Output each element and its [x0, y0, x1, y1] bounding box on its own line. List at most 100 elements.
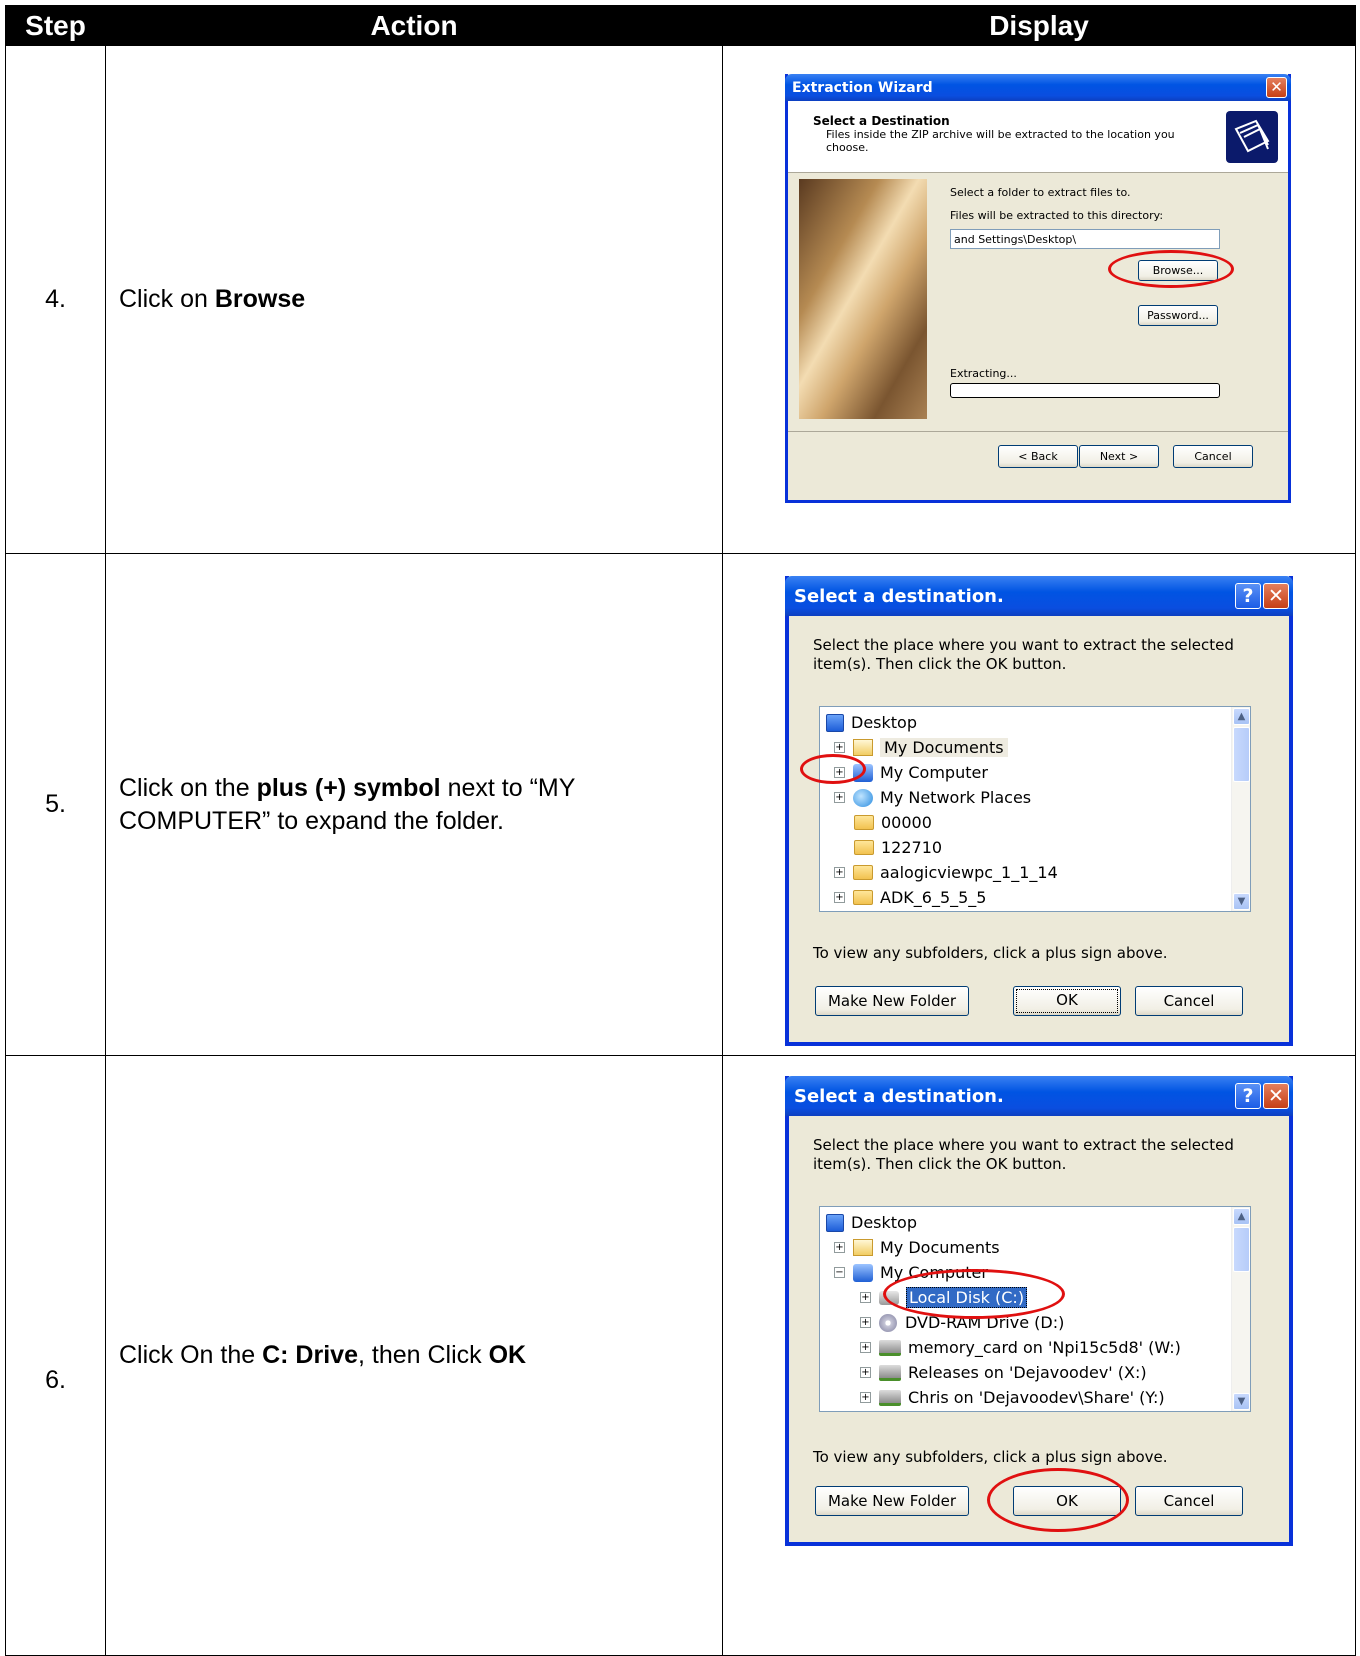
next-button[interactable]: Next > [1079, 445, 1159, 468]
display-cell: Select a destination. ? ✕ Select the pla… [722, 1055, 1356, 1656]
help-icon[interactable]: ? [1235, 583, 1261, 609]
desktop-icon [826, 1213, 844, 1232]
tree-item-network-drive[interactable]: + Releases on 'Dejavoodev' (X:) [860, 1360, 1147, 1385]
tree-label: My Documents [880, 738, 1008, 757]
cancel-button[interactable]: Cancel [1173, 445, 1253, 468]
help-icon[interactable]: ? [1235, 1083, 1261, 1109]
folder-icon [854, 840, 874, 855]
action-bold: plus (+) symbol [256, 773, 441, 802]
wizard-titlebar: Extraction Wizard ✕ [785, 74, 1291, 101]
close-icon[interactable]: ✕ [1266, 77, 1287, 98]
tree-item-desktop[interactable]: Desktop [826, 1210, 917, 1235]
back-button[interactable]: < Back [998, 445, 1078, 468]
tree-label: memory_card on 'Npi15c5d8' (W:) [908, 1338, 1181, 1357]
step-number: 6. [5, 1055, 106, 1656]
tree-item-my-network-places[interactable]: + My Network Places [834, 785, 1031, 810]
display-cell: Select a destination. ? ✕ Select the pla… [722, 553, 1356, 1056]
network-drive-icon [879, 1364, 901, 1381]
dialog-hint: To view any subfolders, click a plus sig… [813, 944, 1168, 962]
table-header-row: Step Action Display [5, 5, 1356, 46]
tree-item-folder[interactable]: + aalogicviewpc_1_1_14 [834, 860, 1058, 885]
folder-icon [853, 865, 873, 880]
wizard-title: Extraction Wizard [792, 79, 933, 96]
expand-plus-icon[interactable]: + [834, 742, 845, 753]
header-action: Action [105, 5, 723, 46]
tree-label: My Computer [880, 763, 988, 782]
action-bold: Browse [214, 285, 306, 313]
display-cell: Extraction Wizard ✕ Select a Destination… [722, 45, 1356, 554]
local-disk-highlight-ring [883, 1269, 1065, 1319]
tree-label: ADK_6_5_5_5 [880, 888, 987, 907]
tree-item-folder[interactable]: 00000 [854, 810, 932, 835]
wizard-subheading: Files inside the ZIP archive will be ext… [826, 128, 1175, 154]
action-middle: , then Click [357, 1341, 489, 1369]
tree-label: Desktop [851, 1213, 917, 1232]
tree-item-network-drive[interactable]: + memory_card on 'Npi15c5d8' (W:) [860, 1335, 1181, 1360]
zip-folder-icon [1226, 111, 1278, 163]
wizard-footer-divider [788, 431, 1288, 432]
expand-plus-icon[interactable]: + [860, 1317, 871, 1328]
expand-plus-icon[interactable]: + [860, 1392, 871, 1403]
expand-plus-icon[interactable]: + [834, 892, 845, 903]
step-number: 5. [5, 553, 106, 1056]
tree-label: Releases on 'Dejavoodev' (X:) [908, 1363, 1147, 1382]
dialog-hint: To view any subfolders, click a plus sig… [813, 1448, 1168, 1466]
scroll-thumb[interactable] [1233, 727, 1250, 782]
tree-item-folder[interactable]: + ADK_6_5_5_5 [834, 885, 986, 910]
extraction-wizard-dialog: Extraction Wizard ✕ Select a Destination… [785, 74, 1291, 503]
ok-button[interactable]: OK [1013, 986, 1121, 1016]
table-row: 6. Click On the C: Drive, then Click OK … [5, 1055, 1356, 1656]
tree-label: aalogicviewpc_1_1_14 [880, 863, 1058, 882]
tree-item-desktop[interactable]: Desktop [826, 710, 917, 735]
network-drive-icon [879, 1339, 901, 1356]
password-button[interactable]: Password... [1138, 305, 1218, 326]
expand-plus-icon[interactable]: + [860, 1367, 871, 1378]
files-extracted-label: Files will be extracted to this director… [950, 209, 1164, 222]
close-icon[interactable]: ✕ [1263, 583, 1289, 609]
tree-item-my-documents[interactable]: + My Documents [834, 735, 1008, 760]
desktop-icon [826, 713, 844, 732]
expand-plus-icon[interactable]: + [834, 1242, 845, 1253]
select-destination-dialog: Select a destination. ? ✕ Select the pla… [785, 576, 1293, 1046]
table-row: 4. Click on Browse Extraction Wizard ✕ S… [5, 45, 1356, 554]
collapse-minus-icon[interactable]: − [834, 1267, 845, 1278]
scroll-up-icon[interactable]: ▲ [1233, 708, 1250, 725]
documents-folder-icon [853, 1239, 873, 1256]
action-prefix: Click On the [119, 1341, 263, 1369]
network-icon [853, 788, 873, 807]
cancel-button[interactable]: Cancel [1135, 986, 1243, 1016]
scroll-thumb[interactable] [1233, 1227, 1250, 1272]
folder-tree[interactable]: Desktop + My Documents + My Computer + My N… [819, 706, 1251, 912]
make-new-folder-button[interactable]: Make New Folder [815, 986, 969, 1016]
tree-item-my-documents[interactable]: + My Documents [834, 1235, 1000, 1260]
cancel-button[interactable]: Cancel [1135, 1486, 1243, 1516]
scroll-down-icon[interactable]: ▼ [1233, 1393, 1250, 1410]
select-folder-label: Select a folder to extract files to. [950, 186, 1131, 199]
scroll-down-icon[interactable]: ▼ [1233, 893, 1250, 910]
make-new-folder-button[interactable]: Make New Folder [815, 1486, 969, 1516]
network-drive-icon [879, 1389, 901, 1406]
expand-plus-icon[interactable]: + [860, 1292, 871, 1303]
scroll-up-icon[interactable]: ▲ [1233, 1208, 1250, 1225]
tree-label: 122710 [881, 838, 943, 857]
select-destination-dialog: Select a destination. ? ✕ Select the pla… [785, 1076, 1293, 1546]
tree-label: Chris on 'Dejavoodev\Share' (Y:) [908, 1388, 1165, 1407]
tree-item-folder[interactable]: 122710 [854, 835, 942, 860]
tree-scrollbar[interactable]: ▲ ▼ [1231, 707, 1250, 911]
dialog-instructions: Select the place where you want to extra… [813, 1136, 1234, 1173]
destination-path-field[interactable]: and Settings\Desktop\ [950, 229, 1220, 249]
folder-icon [854, 815, 874, 830]
dialog-instructions: Select the place where you want to extra… [813, 636, 1234, 673]
wizard-side-image [799, 179, 927, 419]
close-icon[interactable]: ✕ [1263, 1083, 1289, 1109]
browse-highlight-ring [1108, 250, 1234, 288]
expand-plus-icon[interactable]: + [834, 792, 845, 803]
action-prefix: Click on the [119, 773, 257, 802]
tree-item-network-drive[interactable]: + Chris on 'Dejavoodev\Share' (Y:) [860, 1385, 1165, 1410]
header-display: Display [722, 5, 1356, 46]
wizard-heading: Select a Destination [813, 114, 950, 128]
expand-plus-icon[interactable]: + [860, 1342, 871, 1353]
expand-plus-icon[interactable]: + [834, 867, 845, 878]
tree-scrollbar[interactable]: ▲ ▼ [1231, 1207, 1250, 1411]
computer-icon [853, 1263, 873, 1282]
